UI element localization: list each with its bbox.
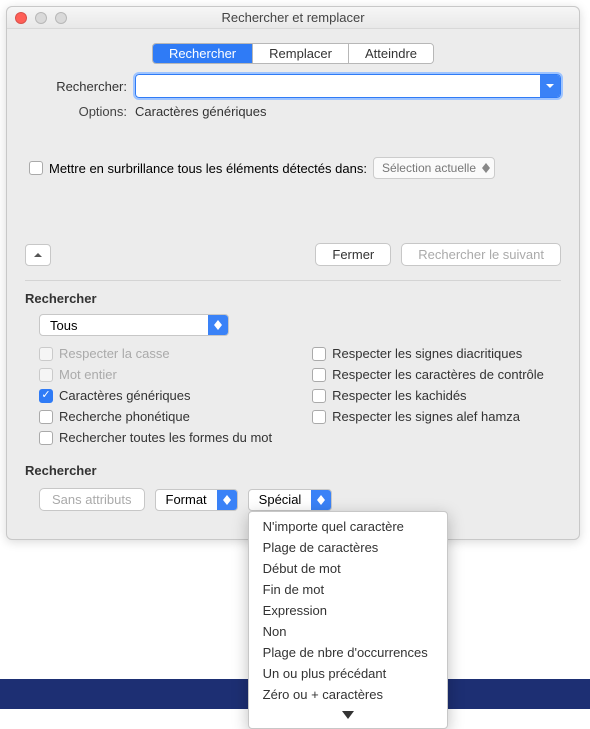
highlight-scope-value: Sélection actuelle [382, 161, 476, 175]
check-left-1-box [39, 368, 53, 382]
check-right-0: Respecter les signes diacritiques [312, 346, 544, 361]
tab-rechercher[interactable]: Rechercher [153, 44, 253, 63]
zoom-window-icon [55, 12, 67, 24]
section-search-options-title: Rechercher [25, 291, 561, 306]
highlight-scope-select[interactable]: Sélection actuelle [373, 157, 495, 179]
check-right-3-box[interactable] [312, 410, 326, 424]
search-history-dropdown-icon[interactable] [540, 75, 560, 97]
check-right-2-box[interactable] [312, 389, 326, 403]
check-right-0-label: Respecter les signes diacritiques [332, 346, 522, 361]
search-label: Rechercher: [25, 79, 135, 94]
check-right-1: Respecter les caractères de contrôle [312, 367, 544, 382]
scope-select[interactable]: Tous [39, 314, 229, 336]
check-right-3: Respecter les signes alef hamza [312, 409, 544, 424]
format-select-label: Format [156, 492, 217, 507]
check-left-4-box[interactable] [39, 431, 53, 445]
check-left-2-label: Caractères génériques [59, 388, 191, 403]
special-menu-item-7[interactable]: Un ou plus précédant [249, 663, 447, 684]
format-select[interactable]: Format [155, 489, 238, 511]
check-right-2-label: Respecter les kachidés [332, 388, 466, 403]
special-select[interactable]: Spécial [248, 489, 333, 511]
special-menu-item-6[interactable]: Plage de nbre d'occurrences [249, 642, 447, 663]
find-next-button[interactable]: Rechercher le suivant [401, 243, 561, 266]
menu-more-icon[interactable] [249, 705, 447, 724]
special-menu-item-8[interactable]: Zéro ou + caractères [249, 684, 447, 705]
mode-tabs: Rechercher Remplacer Atteindre [152, 43, 434, 64]
minimize-window-icon [35, 12, 47, 24]
check-right-1-box[interactable] [312, 368, 326, 382]
check-right-2: Respecter les kachidés [312, 388, 544, 403]
check-left-3-label: Recherche phonétique [59, 409, 190, 424]
window-title: Rechercher et remplacer [15, 10, 571, 25]
check-left-3-box[interactable] [39, 410, 53, 424]
options-value: Caractères génériques [135, 104, 267, 119]
collapse-button[interactable] [25, 244, 51, 266]
tab-atteindre[interactable]: Atteindre [349, 44, 433, 63]
check-left-4-label: Rechercher toutes les formes du mot [59, 430, 272, 445]
special-select-label: Spécial [249, 492, 312, 507]
titlebar: Rechercher et remplacer [7, 7, 579, 29]
window-controls [15, 12, 67, 24]
search-combobox[interactable] [135, 74, 561, 98]
check-left-1-label: Mot entier [59, 367, 117, 382]
check-right-3-label: Respecter les signes alef hamza [332, 409, 520, 424]
dialog-window: Rechercher et remplacer Rechercher Rempl… [6, 6, 580, 540]
special-menu-item-5[interactable]: Non [249, 621, 447, 642]
section-format-title: Rechercher [25, 463, 561, 478]
check-right-1-label: Respecter les caractères de contrôle [332, 367, 544, 382]
check-left-4: Rechercher toutes les formes du mot [39, 430, 272, 445]
check-left-2: Caractères génériques [39, 388, 272, 403]
check-left-0: Respecter la casse [39, 346, 272, 361]
check-right-0-box[interactable] [312, 347, 326, 361]
check-left-0-label: Respecter la casse [59, 346, 170, 361]
options-label: Options: [25, 104, 135, 119]
scope-select-value: Tous [40, 318, 208, 333]
special-menu-item-2[interactable]: Début de mot [249, 558, 447, 579]
special-menu-item-3[interactable]: Fin de mot [249, 579, 447, 600]
check-left-1: Mot entier [39, 367, 272, 382]
highlight-all-checkbox[interactable] [29, 161, 43, 175]
highlight-all-label: Mettre en surbrillance tous les éléments… [49, 161, 367, 176]
search-input[interactable] [136, 79, 540, 94]
check-left-2-box[interactable] [39, 389, 53, 403]
tab-remplacer[interactable]: Remplacer [253, 44, 349, 63]
special-menu-item-1[interactable]: Plage de caractères [249, 537, 447, 558]
close-button[interactable]: Fermer [315, 243, 391, 266]
no-attributes-button[interactable]: Sans attributs [39, 488, 145, 511]
special-menu: N'importe quel caractèrePlage de caractè… [248, 511, 448, 729]
special-menu-item-0[interactable]: N'importe quel caractère [249, 516, 447, 537]
special-menu-item-4[interactable]: Expression [249, 600, 447, 621]
close-window-icon[interactable] [15, 12, 27, 24]
check-left-0-box [39, 347, 53, 361]
check-left-3: Recherche phonétique [39, 409, 272, 424]
